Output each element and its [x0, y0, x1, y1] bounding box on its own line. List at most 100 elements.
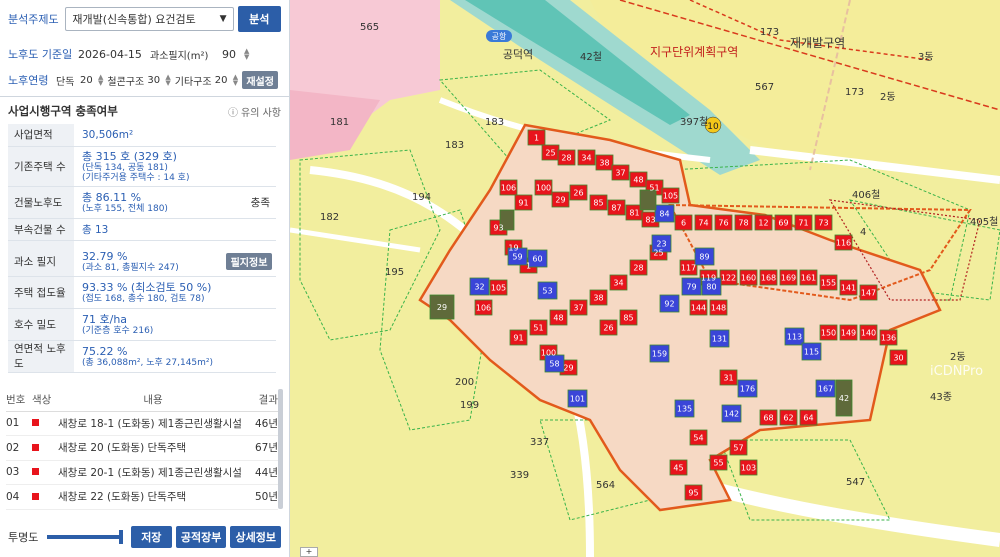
- lot-number: 42: [839, 394, 849, 403]
- list-header: 번호 색상 내용 결과: [6, 389, 278, 412]
- map-zoom-control[interactable]: +: [300, 547, 318, 557]
- lot-number: 149: [841, 329, 856, 338]
- small-value: 32.79 %: [82, 250, 128, 264]
- map-label: 200: [455, 377, 474, 388]
- lot-number: 29: [563, 364, 573, 373]
- lot-number: 34: [613, 279, 623, 288]
- save-button[interactable]: 저장: [130, 526, 172, 548]
- list-row[interactable]: 02 새창로 20 (도화동) 단독주택 67년: [6, 435, 278, 461]
- density-value: 71 호/ha: [82, 312, 128, 326]
- row-result: 44년: [248, 460, 278, 485]
- requirements-table: 사업면적 30,506m² 기존주택 수 총 315 호 (329 호) (단독 13…: [8, 124, 276, 373]
- lot-number: 100: [536, 184, 551, 193]
- topic-select[interactable]: 재개발(신속통합) 요건검토 ▼: [65, 7, 234, 31]
- lot-number: 19: [508, 244, 518, 253]
- age-rc-input[interactable]: 30: [147, 75, 161, 86]
- lot-number: 32: [474, 283, 484, 292]
- opacity-slider-handle[interactable]: [119, 530, 124, 544]
- map-label: 406철: [852, 189, 880, 201]
- age-single-stepper[interactable]: ▲ ▼: [98, 74, 103, 87]
- map-label: 183: [445, 140, 464, 151]
- area-label: 사업면적: [8, 124, 74, 147]
- small-parcel-input[interactable]: 90: [222, 48, 240, 61]
- notes-link[interactable]: 유의 사항: [241, 104, 281, 119]
- map-view[interactable]: 1 25 28 34 38 37 48 51 105 106 91 100 29 26 85 87 81 83 6 7…: [290, 0, 1000, 557]
- floor-row: 연면적 노후도 75.22 % (총 36,088m², 노후 27,145m²): [8, 340, 276, 373]
- age-single-input[interactable]: 20: [80, 75, 94, 86]
- lot-number: 26: [573, 189, 583, 198]
- map-label: 405철: [970, 216, 998, 228]
- floor-label: 연면적 노후도: [8, 340, 74, 373]
- small-parcel-stepper[interactable]: ▲ ▼: [244, 48, 249, 61]
- annex-value: 총 13: [74, 218, 276, 241]
- opacity-slider[interactable]: [46, 530, 124, 544]
- list-row[interactable]: 03 새창로 20-1 (도화동) 제1종근린생활시설 44년: [6, 460, 278, 485]
- lot-number: 168: [761, 274, 776, 283]
- lot-number: 58: [549, 360, 559, 369]
- lot-number: 135: [677, 405, 692, 414]
- lot-number: 48: [553, 314, 563, 323]
- lot-number: 119: [701, 274, 716, 283]
- lot-number: 92: [664, 300, 674, 309]
- age-other-input[interactable]: 20: [215, 75, 229, 86]
- map-label: 337: [530, 437, 549, 448]
- row-result: 50년: [248, 484, 278, 510]
- age-other-stepper[interactable]: ▲ ▼: [233, 74, 238, 87]
- lot-number: 73: [818, 219, 828, 228]
- small-parcel-label: 과소필지(m²): [150, 50, 209, 62]
- map-label: 565: [360, 22, 379, 33]
- aging-label: 건물노후도: [8, 186, 74, 219]
- lot-number: 38: [593, 294, 603, 303]
- houses-sub1: (단독 134, 공동 181): [82, 162, 168, 173]
- lot-number: 176: [740, 385, 755, 394]
- lot-number: 53: [542, 287, 552, 296]
- age-label: 노후연령: [8, 74, 49, 87]
- redev-area-label: 재개발구역: [790, 36, 845, 50]
- list-row[interactable]: 01 새창로 18-1 (도화동) 제1종근린생활시설 46년: [6, 411, 278, 436]
- age-rc-stepper[interactable]: ▲ ▼: [165, 74, 170, 87]
- small-parcel-row: 과소 필지 32.79 % (과소 81, 총필지수 247) 필지정보: [8, 248, 276, 277]
- map-label: 42철: [580, 51, 602, 63]
- analyze-button[interactable]: 분석: [237, 6, 281, 32]
- lot-number: 140: [861, 329, 876, 338]
- lot-number: 1: [534, 134, 539, 143]
- lot-number: 160: [741, 274, 756, 283]
- list-scrollbar[interactable]: [278, 389, 283, 509]
- lot-number: 85: [623, 314, 633, 323]
- list-row[interactable]: 04 새창로 22 (도화동) 단독주택 50년: [6, 484, 278, 510]
- lot-number: 116: [836, 239, 851, 248]
- lot-number: 74: [698, 219, 708, 228]
- annex-lot[interactable]: [639, 189, 657, 211]
- base-date-value[interactable]: 2026-04-15: [78, 48, 150, 61]
- row-no: 04: [6, 484, 32, 510]
- lot-number: 83: [645, 216, 655, 225]
- map-label: 4: [860, 227, 866, 238]
- annex-label: 부속건물 수: [8, 218, 74, 241]
- header-no: 번호: [6, 389, 32, 412]
- lot-number: 1: [526, 262, 531, 271]
- lot-number: 131: [712, 335, 727, 344]
- station-label[interactable]: 공덕역: [503, 48, 533, 61]
- lot-number: 150: [821, 329, 836, 338]
- topic-select-value: 재개발(신속통합) 요건검토: [72, 13, 196, 26]
- row-no: 03: [6, 460, 32, 485]
- lot-number: 159: [652, 350, 667, 359]
- lot-number: 161: [801, 274, 816, 283]
- lot-number: 84: [659, 210, 669, 219]
- detail-info-button[interactable]: 상세정보: [230, 526, 282, 548]
- map-canvas[interactable]: 12528 343837485110510691100292685878183 6 7…: [290, 0, 1000, 557]
- lot-number: 69: [778, 219, 788, 228]
- base-date-label: 노후도 기준일: [8, 48, 73, 61]
- age-single-label: 단독: [56, 76, 75, 88]
- color-swatch: [32, 492, 39, 500]
- lot-number: 101: [570, 395, 585, 404]
- parcel-info-button[interactable]: 필지정보: [226, 253, 272, 271]
- lot-number: 91: [513, 334, 523, 343]
- lot-number: 64: [803, 414, 813, 423]
- lot-number: 37: [573, 304, 583, 313]
- public-ledger-button[interactable]: 공적장부: [175, 526, 227, 548]
- lot-number: 30: [893, 354, 903, 363]
- road-row: 주택 접도율 93.33 % (최소검토 50 %) (접도 168, 총수 180…: [8, 276, 276, 309]
- map-label: 397철: [680, 116, 708, 128]
- reset-button[interactable]: 재설정: [242, 71, 279, 89]
